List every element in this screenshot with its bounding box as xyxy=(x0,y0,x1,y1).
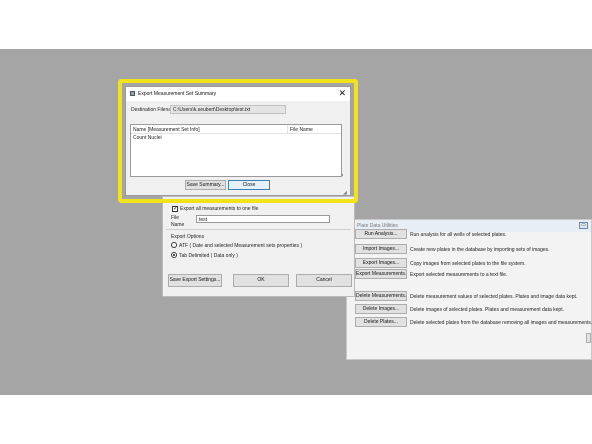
save-summary-button[interactable]: Save Summary... xyxy=(185,180,226,190)
file-name-value: test xyxy=(199,217,208,223)
close-button[interactable]: Close xyxy=(228,180,270,190)
plate-action-button[interactable]: Export Images... xyxy=(355,258,407,268)
destination-field: C:\Users\k.seubert\Desktop\test.txt xyxy=(170,105,286,114)
plate-action-button[interactable]: Delete Measurements... xyxy=(355,291,407,301)
close-icon[interactable]: ✕ xyxy=(338,89,346,98)
plate-action-button[interactable]: Run Analysis... xyxy=(355,229,407,239)
summary-title-bar: Export Measurement Set Summary ✕ xyxy=(126,87,350,101)
cancel-button[interactable]: Cancel xyxy=(296,274,352,287)
app-icon xyxy=(130,91,135,96)
plate-action-description: Delete measurement values of selected pl… xyxy=(410,294,578,300)
plate-action-button[interactable]: Delete Images... xyxy=(355,304,407,314)
export-options-label: Export Options xyxy=(171,234,205,240)
export-all-label: Export all measurements to one file xyxy=(180,206,259,212)
plate-action-description: Create new plates in the database by imp… xyxy=(410,247,550,253)
resize-grip-icon[interactable]: ◢ xyxy=(343,190,347,196)
table-row[interactable]: Count Nuclei xyxy=(131,134,341,141)
plate-action-description: Delete images of selected plates. Plates… xyxy=(410,307,564,313)
atf-radio[interactable] xyxy=(171,242,177,248)
atf-option-label: ATF ( Date and selected Measurement sets… xyxy=(179,243,303,249)
plate-action-button[interactable]: Export Measurements... xyxy=(355,269,407,279)
row-name-cell: Count Nuclei xyxy=(133,135,162,141)
file-name-input[interactable]: test xyxy=(196,215,330,223)
column-divider xyxy=(287,125,288,133)
export-all-checkbox[interactable]: ✓ xyxy=(172,206,178,212)
table-header: Name [Measurement Set Info] File Name xyxy=(131,125,341,134)
plate-action-description: Run analysis for all wells of selected p… xyxy=(410,232,507,238)
plate-action-description: Copy images from selected plates to the … xyxy=(410,261,526,267)
window-control-icon[interactable]: ▭ xyxy=(579,222,588,229)
plate-action-button[interactable]: Import Images... xyxy=(355,244,407,254)
plate-action-description: Delete selected plates from the database… xyxy=(410,320,592,326)
summary-title: Export Measurement Set Summary xyxy=(138,91,217,97)
tab-delimited-radio[interactable] xyxy=(171,252,177,258)
destination-value: C:\Users\k.seubert\Desktop\test.txt xyxy=(173,107,251,113)
right-edge-button[interactable] xyxy=(586,333,591,343)
column-header-file-name[interactable]: File Name xyxy=(290,127,313,133)
measurement-table-box[interactable]: Name [Measurement Set Info] File Name Co… xyxy=(130,124,342,177)
plate-action-description: Export selected measurements to a text f… xyxy=(410,272,508,278)
file-name-label: File Name xyxy=(171,215,185,228)
plate-action-button[interactable]: Delete Plates... xyxy=(355,317,407,327)
plate-data-utilities-window: Plate Data Utilities ▭ xyxy=(346,219,592,360)
ok-button[interactable]: OK xyxy=(233,274,289,287)
save-export-settings-button[interactable]: Save Export Settings... xyxy=(168,274,222,287)
tab-delimited-option-label: Tab Delimited ( Data only ) xyxy=(179,253,238,259)
column-header-name[interactable]: Name [Measurement Set Info] xyxy=(133,127,200,133)
desktop-background: Plate Data Utilities ▭ ✓ Export all meas… xyxy=(0,49,592,395)
divider xyxy=(166,229,351,230)
